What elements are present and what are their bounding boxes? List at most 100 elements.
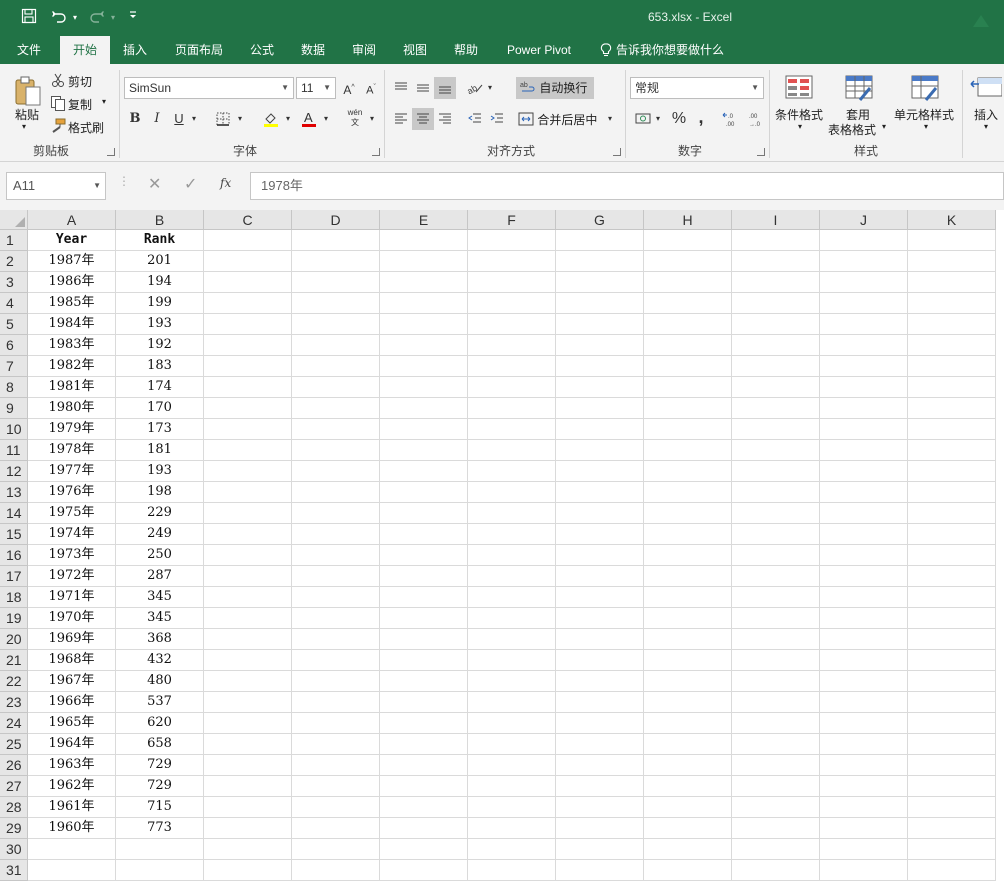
cell-j6[interactable] <box>820 335 908 356</box>
row-header[interactable]: 19 <box>0 608 28 629</box>
cell-f1[interactable] <box>468 230 556 251</box>
column-header-d[interactable]: D <box>292 210 380 230</box>
cell-b27[interactable]: 729 <box>116 776 204 797</box>
undo-dropdown-icon[interactable]: ▾ <box>70 8 80 28</box>
font-name-combo[interactable]: SimSun ▼ <box>124 77 294 99</box>
font-color-dropdown-icon[interactable]: ▾ <box>320 108 332 130</box>
cell-j1[interactable] <box>820 230 908 251</box>
cell-g18[interactable] <box>556 587 644 608</box>
row-header[interactable]: 24 <box>0 713 28 734</box>
row-header[interactable]: 4 <box>0 293 28 314</box>
increase-indent-icon[interactable] <box>486 108 508 130</box>
cell-g22[interactable] <box>556 671 644 692</box>
cell-j29[interactable] <box>820 818 908 839</box>
cell-a5[interactable]: 1984年 <box>28 314 116 335</box>
cell-e27[interactable] <box>380 776 468 797</box>
cell-d6[interactable] <box>292 335 380 356</box>
row-header[interactable]: 21 <box>0 650 28 671</box>
cell-i4[interactable] <box>732 293 820 314</box>
cell-a25[interactable]: 1964年 <box>28 734 116 755</box>
cell-f24[interactable] <box>468 713 556 734</box>
cell-k26[interactable] <box>908 755 996 776</box>
cell-i21[interactable] <box>732 650 820 671</box>
cell-h4[interactable] <box>644 293 732 314</box>
cell-a21[interactable]: 1968年 <box>28 650 116 671</box>
cell-a18[interactable]: 1971年 <box>28 587 116 608</box>
comma-style-button[interactable]: , <box>690 106 712 128</box>
cell-e10[interactable] <box>380 419 468 440</box>
underline-dropdown-icon[interactable]: ▾ <box>188 108 200 130</box>
cell-b7[interactable]: 183 <box>116 356 204 377</box>
cell-i13[interactable] <box>732 482 820 503</box>
cell-j3[interactable] <box>820 272 908 293</box>
cell-g1[interactable] <box>556 230 644 251</box>
cell-g8[interactable] <box>556 377 644 398</box>
cell-i18[interactable] <box>732 587 820 608</box>
cell-d25[interactable] <box>292 734 380 755</box>
cell-i7[interactable] <box>732 356 820 377</box>
cell-h13[interactable] <box>644 482 732 503</box>
cell-j16[interactable] <box>820 545 908 566</box>
cell-g9[interactable] <box>556 398 644 419</box>
cancel-formula-icon[interactable]: ✕ <box>148 174 161 194</box>
cell-g29[interactable] <box>556 818 644 839</box>
cell-d13[interactable] <box>292 482 380 503</box>
cell-k4[interactable] <box>908 293 996 314</box>
cell-e30[interactable] <box>380 839 468 860</box>
customize-quick-access-icon[interactable] <box>126 8 140 28</box>
row-header[interactable]: 20 <box>0 629 28 650</box>
cell-a30[interactable] <box>28 839 116 860</box>
cell-k12[interactable] <box>908 461 996 482</box>
cell-a26[interactable]: 1963年 <box>28 755 116 776</box>
cell-f29[interactable] <box>468 818 556 839</box>
cell-i6[interactable] <box>732 335 820 356</box>
cell-c17[interactable] <box>204 566 292 587</box>
cell-b15[interactable]: 249 <box>116 524 204 545</box>
cell-i12[interactable] <box>732 461 820 482</box>
cell-a8[interactable]: 1981年 <box>28 377 116 398</box>
cell-c26[interactable] <box>204 755 292 776</box>
cell-a13[interactable]: 1976年 <box>28 482 116 503</box>
row-header[interactable]: 1 <box>0 230 28 251</box>
cell-h14[interactable] <box>644 503 732 524</box>
cell-g23[interactable] <box>556 692 644 713</box>
cell-j7[interactable] <box>820 356 908 377</box>
name-box[interactable]: A11 ▼ <box>6 172 106 200</box>
tab-power-pivot[interactable]: Power Pivot <box>496 36 582 64</box>
cell-c29[interactable] <box>204 818 292 839</box>
cell-i20[interactable] <box>732 629 820 650</box>
borders-dropdown-icon[interactable]: ▾ <box>234 108 246 130</box>
cell-h2[interactable] <box>644 251 732 272</box>
cell-c9[interactable] <box>204 398 292 419</box>
column-header-b[interactable]: B <box>116 210 204 230</box>
cell-e3[interactable] <box>380 272 468 293</box>
cell-f26[interactable] <box>468 755 556 776</box>
format-as-table-button[interactable]: 表格格式 <box>828 121 876 138</box>
cell-a15[interactable]: 1974年 <box>28 524 116 545</box>
cell-e14[interactable] <box>380 503 468 524</box>
cell-a9[interactable]: 1980年 <box>28 398 116 419</box>
row-header[interactable]: 15 <box>0 524 28 545</box>
cell-d26[interactable] <box>292 755 380 776</box>
redo-icon[interactable] <box>86 8 108 28</box>
cell-k11[interactable] <box>908 440 996 461</box>
cell-i8[interactable] <box>732 377 820 398</box>
row-header[interactable]: 12 <box>0 461 28 482</box>
cell-j22[interactable] <box>820 671 908 692</box>
conditional-formatting-button[interactable]: 条件格式 <box>775 106 823 123</box>
cell-c8[interactable] <box>204 377 292 398</box>
cell-d17[interactable] <box>292 566 380 587</box>
cell-d7[interactable] <box>292 356 380 377</box>
cell-b16[interactable]: 250 <box>116 545 204 566</box>
cell-e25[interactable] <box>380 734 468 755</box>
cell-b30[interactable] <box>116 839 204 860</box>
align-left-icon[interactable] <box>390 108 412 130</box>
cell-g27[interactable] <box>556 776 644 797</box>
cell-e13[interactable] <box>380 482 468 503</box>
cell-f27[interactable] <box>468 776 556 797</box>
cell-g25[interactable] <box>556 734 644 755</box>
cell-b19[interactable]: 345 <box>116 608 204 629</box>
cell-g30[interactable] <box>556 839 644 860</box>
cell-h15[interactable] <box>644 524 732 545</box>
cell-i1[interactable] <box>732 230 820 251</box>
